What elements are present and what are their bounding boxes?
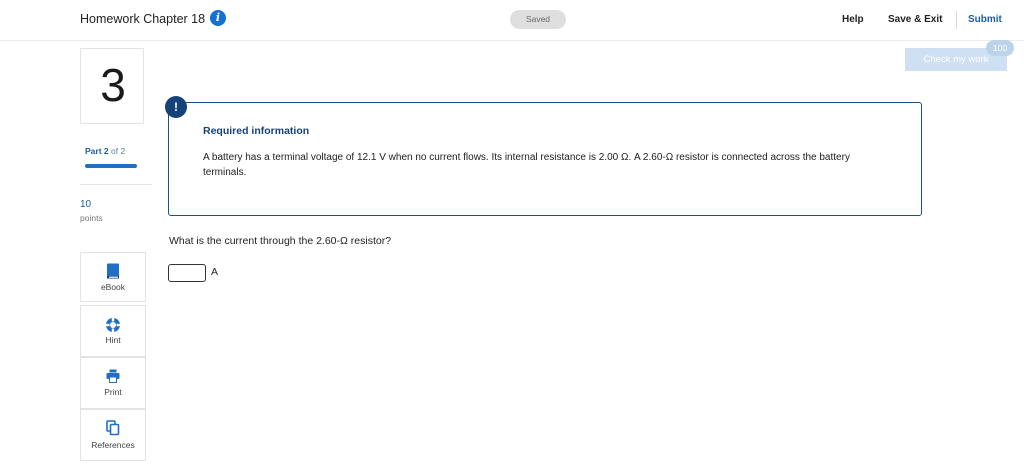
required-info-body: A battery has a terminal voltage of 12.1… — [203, 152, 850, 178]
hint-button[interactable]: Hint — [80, 305, 146, 357]
answer-unit: A — [211, 266, 219, 278]
lifebuoy-icon — [81, 317, 145, 333]
copy-documents-icon — [81, 420, 145, 436]
part-total: of 2 — [111, 146, 126, 156]
saved-status-badge: Saved — [510, 10, 566, 29]
book-icon — [81, 263, 145, 279]
required-info-heading: Required information — [203, 125, 310, 137]
info-icon[interactable]: i — [210, 10, 226, 26]
question-number-box: 3 — [80, 48, 144, 124]
points-value: 10 — [80, 199, 92, 210]
check-attempts-badge: 100 — [986, 40, 1014, 56]
top-bar: Homework Chapter 18 i Saved Help Save & … — [0, 0, 1024, 41]
left-divider — [80, 184, 152, 185]
answer-input[interactable] — [168, 264, 206, 282]
save-exit-link[interactable]: Save & Exit — [888, 14, 942, 25]
print-button[interactable]: Print — [80, 357, 146, 409]
printer-icon — [81, 369, 145, 383]
ebook-button[interactable]: eBook — [80, 252, 146, 302]
ebook-label: eBook — [100, 282, 126, 292]
question-prompt: What is the current through the 2.60-Ω r… — [169, 235, 392, 247]
references-label: References — [91, 440, 135, 450]
hint-label: Hint — [105, 335, 121, 345]
part-indicator: Part 2 of 2 — [85, 146, 125, 156]
assignment-title: Homework Chapter 18 — [80, 12, 206, 26]
points-label: points — [80, 213, 103, 223]
alert-icon: ! — [165, 96, 187, 118]
question-number: 3 — [100, 59, 126, 111]
topbar-divider — [956, 11, 957, 29]
references-button[interactable]: References — [80, 409, 146, 461]
required-information-box: Required information A battery has a ter… — [168, 102, 922, 216]
part-current: 2 — [103, 146, 109, 156]
part-progress-bar — [85, 164, 137, 168]
part-prefix: Part — [85, 146, 102, 156]
print-label: Print — [104, 387, 122, 397]
submit-link[interactable]: Submit — [968, 14, 1002, 25]
help-link[interactable]: Help — [842, 14, 864, 25]
